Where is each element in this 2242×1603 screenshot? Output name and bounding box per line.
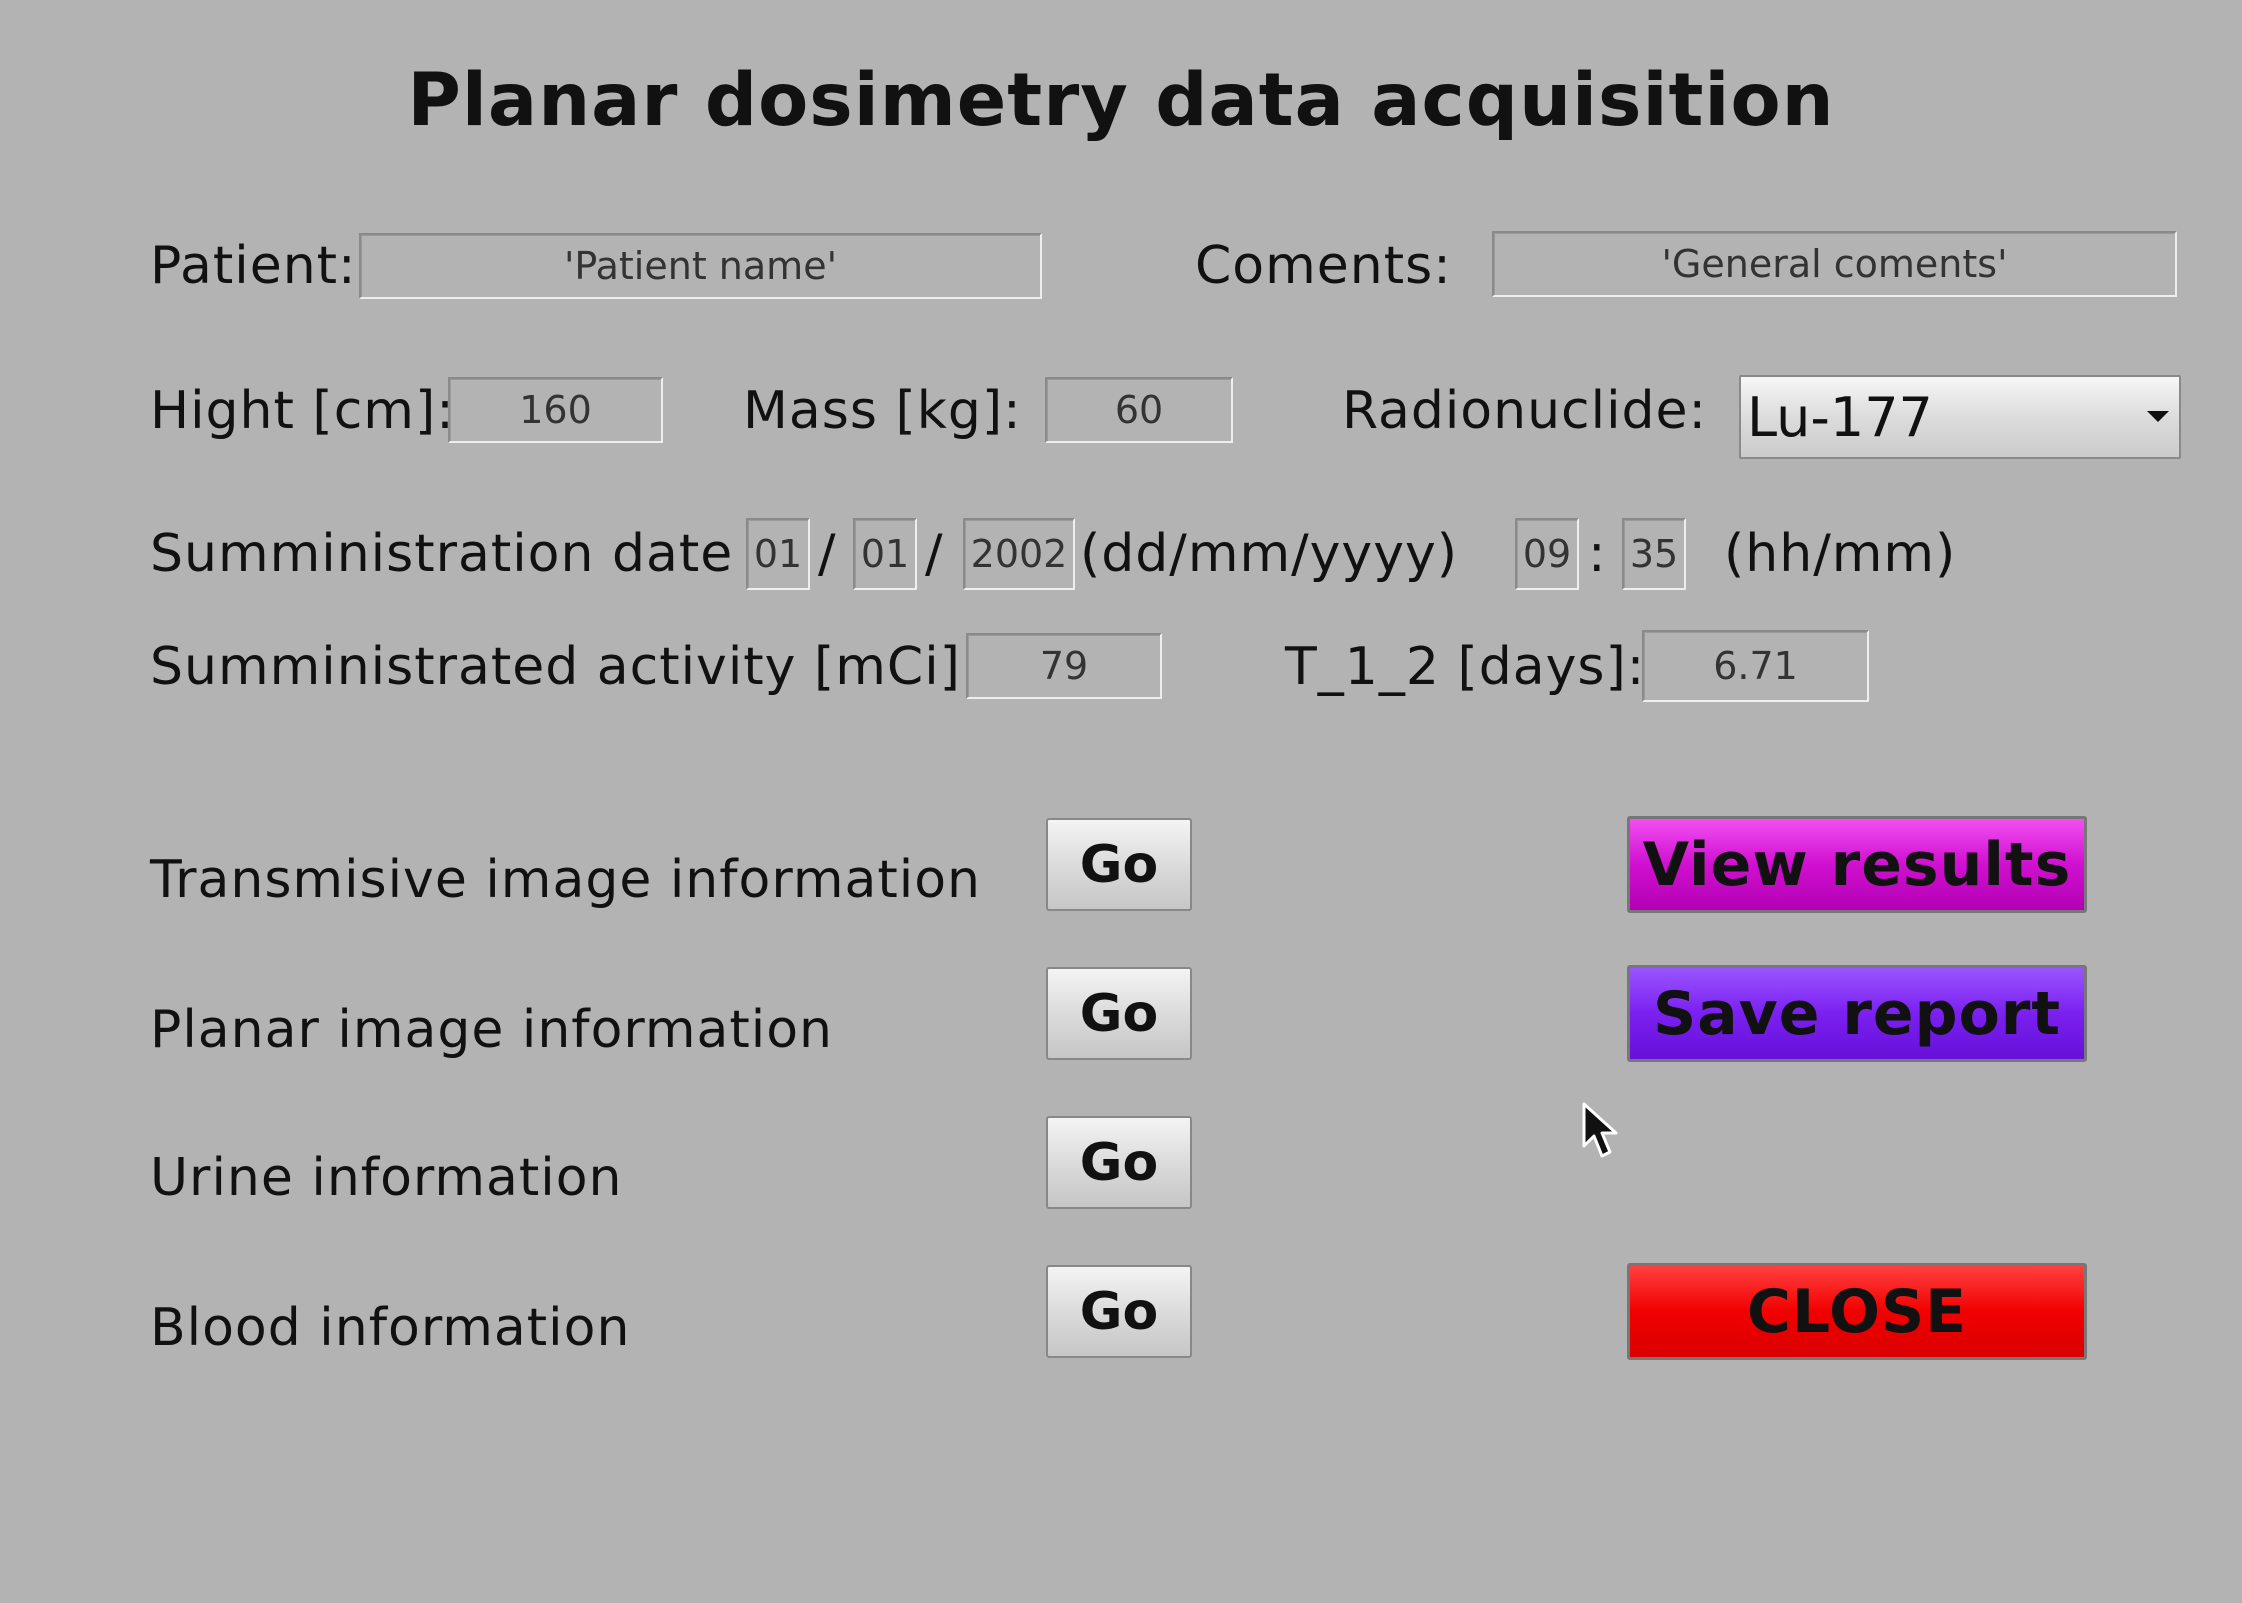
half-life-field[interactable] [1642,630,1869,702]
patient-label: Patient: [150,236,357,296]
admin-year-field[interactable] [963,518,1075,590]
blood-go-button[interactable]: Go [1046,1265,1192,1358]
urine-label: Urine information [150,1148,623,1208]
radionuclide-select[interactable]: Lu-177 [1739,375,2181,459]
admin-day-field[interactable] [746,518,810,590]
save-report-button[interactable]: Save report [1627,965,2087,1062]
view-results-button[interactable]: View results [1627,816,2087,913]
date-separator-1: / [818,524,837,584]
transmissive-image-label: Transmisive image information [150,850,981,910]
date-format-hint: (dd/mm/yyyy) [1080,524,1459,584]
chevron-down-icon [2147,411,2169,422]
planar-image-label: Planar image information [150,1000,834,1060]
radionuclide-selected-value: Lu-177 [1747,385,1933,449]
activity-label: Sumministrated activity [mCi]: [150,637,980,697]
urine-go-button[interactable]: Go [1046,1116,1192,1209]
comments-label: Coments: [1195,236,1452,296]
date-separator-2: / [925,524,944,584]
height-label: Hight [cm]: [150,381,455,441]
mouse-pointer-icon [1582,1102,1618,1158]
blood-label: Blood information [150,1298,631,1358]
comments-field[interactable] [1492,231,2177,297]
admin-hour-field[interactable] [1515,518,1579,590]
half-life-label: T_1_2 [days]: [1285,637,1646,697]
planar-image-go-button[interactable]: Go [1046,967,1192,1060]
admin-date-label: Sumministration date [150,524,734,584]
patient-name-field[interactable] [359,233,1042,299]
admin-minute-field[interactable] [1622,518,1686,590]
mass-field[interactable] [1045,377,1233,443]
height-field[interactable] [448,377,663,443]
activity-field[interactable] [966,633,1162,699]
transmissive-image-go-button[interactable]: Go [1046,818,1192,911]
radionuclide-label: Radionuclide: [1342,381,1708,441]
mass-label: Mass [kg]: [743,381,1022,441]
admin-month-field[interactable] [853,518,917,590]
time-format-hint: (hh/mm) [1724,524,1957,584]
page-title: Planar dosimetry data acquisition [407,58,1835,143]
close-button[interactable]: CLOSE [1627,1263,2087,1360]
time-separator: : [1588,524,1607,584]
